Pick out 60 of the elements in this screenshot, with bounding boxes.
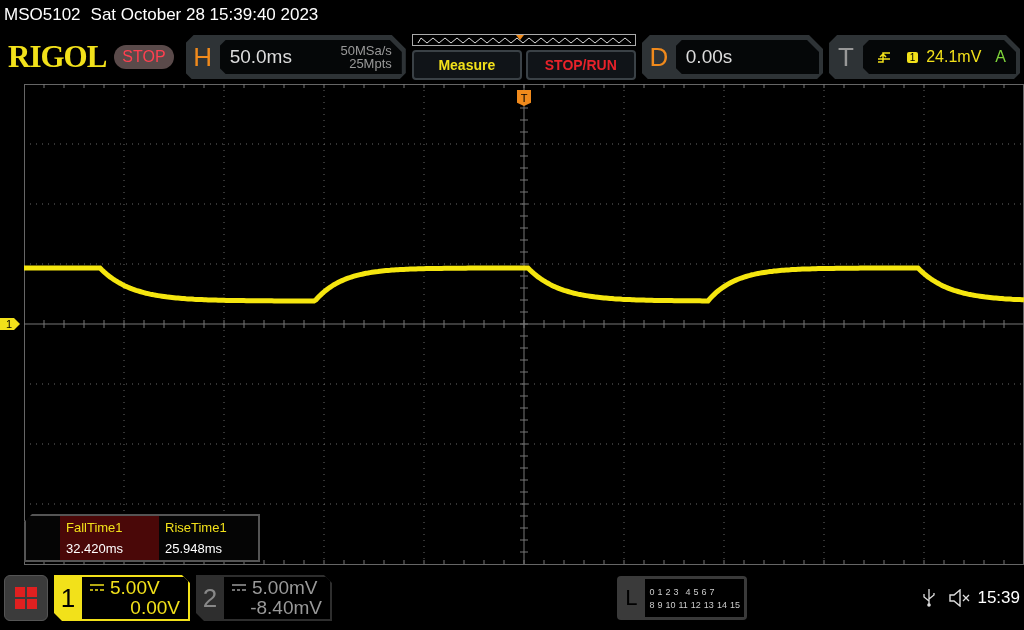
channel-offset: -8.40mV [250,598,322,618]
logic-bit: 0 [649,586,655,597]
measurement-value: 25.948ms [165,541,224,556]
channel-number: 2 [201,582,219,614]
clock: 15:39 [977,588,1020,608]
channel-offset: 0.00V [130,598,180,618]
channel-marker[interactable]: 1 [0,318,20,330]
logic-bit: 13 [703,599,714,610]
grid-icon [15,587,37,609]
logic-bit: 8 [649,599,655,610]
date-time: Sat October 28 15:39:40 2023 [90,5,319,25]
channel-number: 1 [59,582,77,614]
trigger-marker[interactable]: T [517,90,531,106]
channel-scale: 5.00V [110,578,160,598]
logic-channel-box[interactable]: L 0 1 2 3 4 5 6 7 8 9 10 11 12 13 14 15 [617,576,748,620]
trigger-label: T [837,41,855,73]
horizontal-panel[interactable]: H 50.0ms 50MSa/s 25Mpts [185,35,406,79]
delay-value: 0.00s [685,46,733,68]
brand-logo: RIGOL [8,38,107,76]
measurement-value: 32.420ms [66,541,125,556]
logic-label: L [624,585,639,611]
dc-coupling-icon [90,584,104,592]
horizontal-label: H [192,41,214,73]
logic-bit: 11 [678,599,688,610]
dc-coupling-icon [232,584,246,592]
measure-button[interactable]: Measure [411,50,522,80]
timebase-value: 50.0ms [229,46,292,68]
sample-rate: 50MSa/s [340,44,392,57]
channel-box[interactable]: 2 5.00mV -8.40mV [196,575,332,621]
logic-bit: 14 [716,599,727,610]
menu-button[interactable] [4,575,48,621]
channel-scale: 5.00mV [252,578,318,598]
trigger-level: 24.1mV [926,48,982,66]
delay-panel[interactable]: D 0.00s [641,35,824,79]
channel-box[interactable]: 1 5.00V 0.00V [54,575,190,621]
logic-bit: 4 [685,586,691,597]
logic-bit: 5 [693,586,699,597]
measurement-cell[interactable]: FallTime1 32.420ms [60,516,159,560]
logic-bit: 7 [709,586,715,597]
measurement-name: FallTime1 [66,520,124,535]
logic-bit: 1 [657,586,663,597]
delay-label: D [648,41,670,73]
logic-bit: 2 [665,586,671,597]
measurement-cell[interactable]: RiseTime1 25.948ms [159,516,258,560]
logic-bit: 9 [657,599,663,610]
rising-edge-icon [876,50,891,64]
logic-bit: 15 [729,599,740,610]
logic-bit: 6 [701,586,707,597]
model-name: MSO5102 [4,5,81,25]
usb-icon [923,589,936,607]
memory-depth: 25Mpts [349,57,392,70]
logic-bit: 10 [665,599,676,610]
measurement-name: RiseTime1 [165,520,228,535]
logic-bit: 3 [673,586,679,597]
stop-run-button[interactable]: STOP/RUN [525,50,636,80]
logic-bit: 12 [690,599,701,610]
trigger-panel[interactable]: T 1 24.1mV A [829,35,1020,79]
trigger-mode: A [995,48,1006,66]
speaker-muted-icon [949,589,972,607]
trigger-source-badge: 1 [906,51,919,63]
